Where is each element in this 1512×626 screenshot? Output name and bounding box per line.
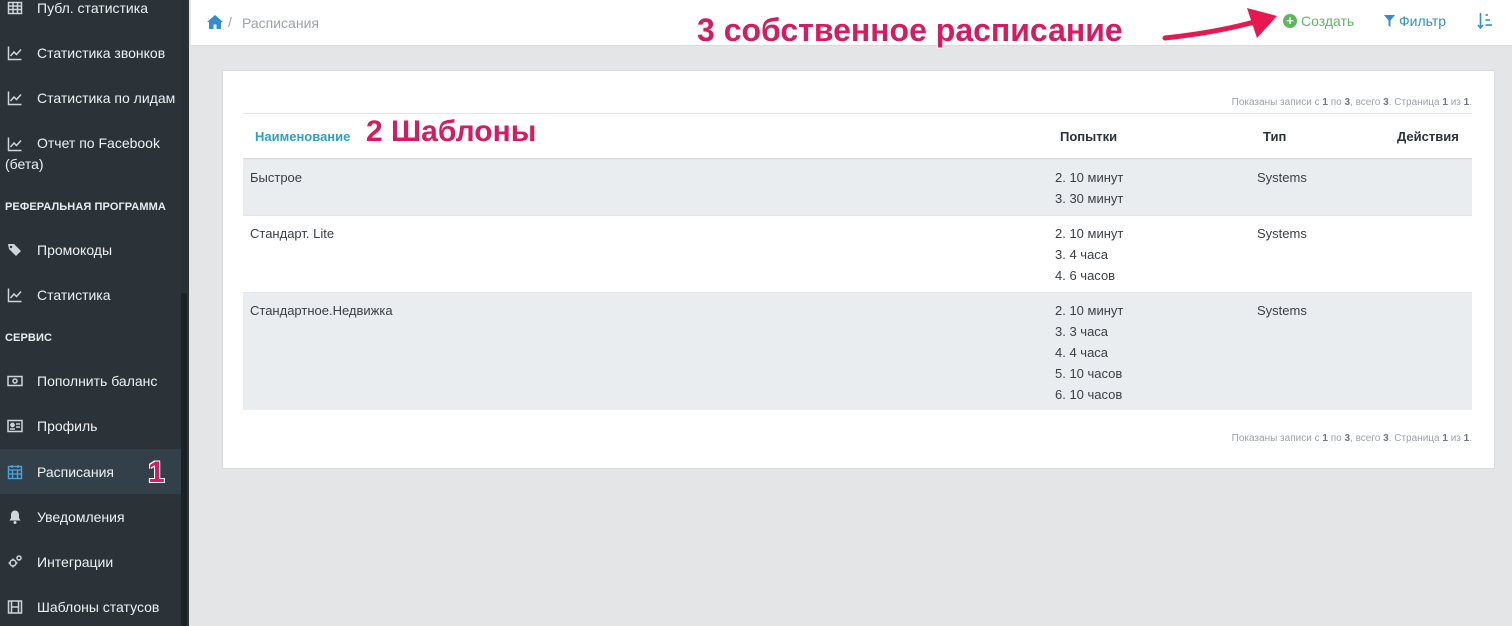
sidebar-item-label: Статистика звонков bbox=[37, 44, 166, 61]
row-attempts: 2. 10 минут 3. 4 часа 4. 6 часов bbox=[1055, 226, 1124, 283]
sidebar-item-label: Профиль bbox=[37, 417, 98, 434]
sidebar-item-label: Статистика bbox=[37, 286, 111, 303]
sidebar-item-label: Статистика по лидам bbox=[37, 89, 176, 106]
line-chart-icon bbox=[7, 90, 23, 106]
money-icon bbox=[7, 373, 23, 389]
cogs-icon bbox=[7, 554, 23, 570]
sidebar-item-label: Пополнить баланс bbox=[37, 372, 158, 389]
sidebar-section-referral: РЕФЕРАЛЬНАЯ ПРОГРАММА bbox=[5, 201, 166, 213]
sidebar-item-integrations[interactable]: Интеграции bbox=[0, 539, 181, 584]
row-type: Systems bbox=[1257, 226, 1307, 241]
row-name: Стандарт. Lite bbox=[250, 226, 335, 241]
column-header-attempts: Попытки bbox=[1060, 129, 1118, 144]
sidebar-item-profile[interactable]: Профиль bbox=[0, 403, 181, 448]
row-type: Systems bbox=[1257, 170, 1307, 185]
id-card-icon bbox=[7, 418, 23, 434]
column-header-actions: Действия bbox=[1397, 129, 1459, 144]
sidebar-item-label: Уведомления bbox=[37, 508, 125, 525]
breadcrumb-separator: / bbox=[228, 14, 232, 30]
filter-icon bbox=[1384, 15, 1395, 27]
bell-icon bbox=[7, 509, 23, 525]
sidebar-item-topup-balance[interactable]: Пополнить баланс bbox=[0, 358, 181, 403]
sidebar-item-status-templates[interactable]: Шаблоны статусов bbox=[0, 584, 181, 626]
annotation-3: 3 собственное расписание bbox=[697, 12, 1123, 48]
film-icon bbox=[7, 599, 23, 615]
table-top-divider bbox=[243, 113, 1472, 114]
breadcrumb-current: Расписания bbox=[242, 15, 319, 31]
tags-icon bbox=[7, 242, 23, 258]
plus-circle-icon: + bbox=[1283, 14, 1297, 28]
sidebar-item-label: Промокоды bbox=[37, 241, 113, 258]
table-icon bbox=[7, 0, 23, 16]
line-chart-icon bbox=[7, 287, 23, 303]
create-button-label: Создать bbox=[1301, 13, 1355, 29]
line-chart-icon bbox=[7, 45, 23, 61]
column-header-type: Тип bbox=[1263, 129, 1287, 144]
sidebar-item-label: Публ. статистика bbox=[37, 0, 148, 16]
filter-button-label: Фильтр bbox=[1399, 13, 1447, 29]
filter-button[interactable]: Фильтр bbox=[1384, 13, 1446, 29]
table-row[interactable]: Стандарт. Lite 2. 10 минут 3. 4 часа 4. … bbox=[243, 215, 1472, 292]
column-header-name[interactable]: Наименование bbox=[255, 129, 350, 144]
top-bar: / Расписания 3 собственное расписание + … bbox=[191, 0, 1512, 48]
create-button[interactable]: + Создать bbox=[1283, 13, 1354, 29]
sidebar-item-schedules[interactable]: Расписания 1 bbox=[0, 449, 181, 494]
row-name: Быстрое bbox=[250, 170, 303, 185]
sidebar-item-label: Интеграции bbox=[37, 553, 114, 570]
sort-icon[interactable] bbox=[1477, 12, 1493, 30]
sidebar-item-lead-stats[interactable]: Статистика по лидам bbox=[0, 75, 181, 120]
sidebar-scrollbar[interactable] bbox=[181, 293, 187, 626]
annotation-2: 2 Шаблоны bbox=[366, 115, 537, 148]
sidebar-item-notifications[interactable]: Уведомления bbox=[0, 494, 181, 539]
row-name: Стандартное.Недвижка bbox=[250, 303, 393, 318]
pagination-info-bottom: Показаны записи с 1 по 3, всего 3. Стран… bbox=[1231, 433, 1472, 444]
sidebar-section-service: СЕРВИС bbox=[5, 332, 53, 344]
sidebar: Публ. статистика Статистика звонков Стат… bbox=[0, 0, 189, 626]
sidebar-item-label: Расписания bbox=[37, 463, 114, 480]
sidebar-item-label: Отчет по Facebook (бета) bbox=[5, 135, 160, 172]
sidebar-item-facebook-report[interactable]: Отчет по Facebook (бета) bbox=[0, 131, 181, 183]
calendar-icon bbox=[7, 464, 23, 480]
table-row[interactable]: Стандартное.Недвижка 2. 10 минут 3. 3 ча… bbox=[243, 292, 1472, 410]
annotation-arrow bbox=[1162, 8, 1277, 41]
home-icon[interactable] bbox=[207, 15, 223, 29]
sidebar-item-label: Шаблоны статусов bbox=[37, 598, 160, 615]
row-type: Systems bbox=[1257, 303, 1307, 318]
row-attempts: 2. 10 минут 3. 30 минут bbox=[1055, 170, 1124, 206]
sidebar-item-call-stats[interactable]: Статистика звонков bbox=[0, 30, 181, 75]
annotation-1: 1 bbox=[148, 456, 165, 489]
sidebar-item-statistics[interactable]: Статистика bbox=[0, 272, 181, 317]
row-attempts: 2. 10 минут 3. 3 часа 4. 4 часа 5. 10 ча… bbox=[1055, 303, 1124, 402]
sidebar-item-promocodes[interactable]: Промокоды bbox=[0, 227, 181, 272]
table-row[interactable]: Быстрое 2. 10 минут 3. 30 минут Systems bbox=[243, 159, 1472, 215]
sidebar-item-public-stats[interactable]: Публ. статистика bbox=[0, 0, 181, 30]
schedules-card: Показаны записи с 1 по 3, всего 3. Стран… bbox=[222, 70, 1495, 469]
pagination-info-top: Показаны записи с 1 по 3, всего 3. Стран… bbox=[1231, 97, 1472, 108]
